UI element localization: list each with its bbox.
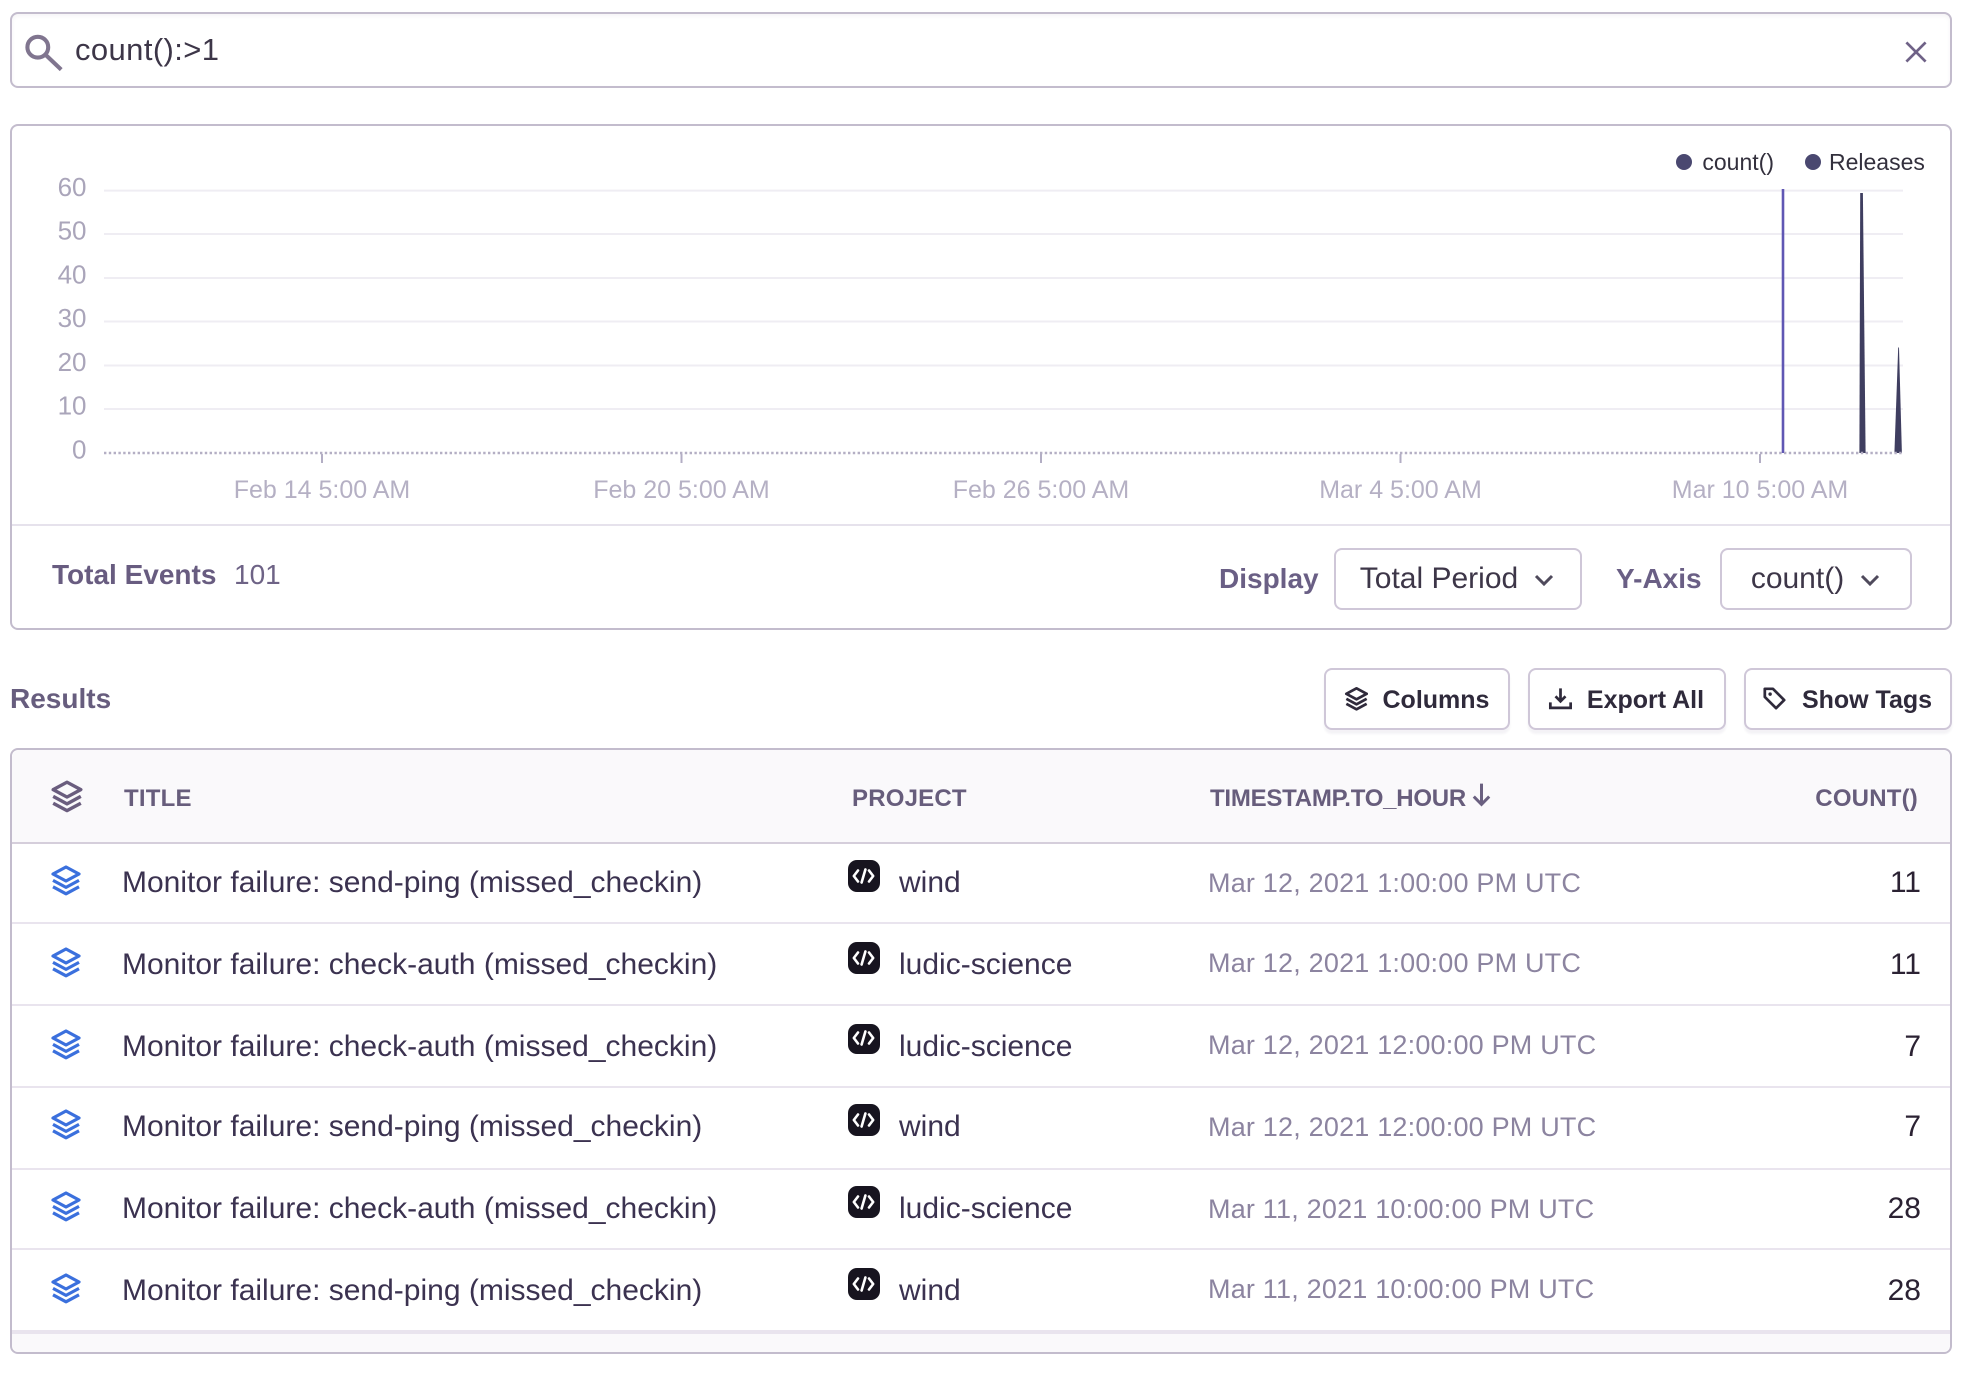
svg-text:0: 0 <box>72 433 86 463</box>
svg-text:Mar 10 5:00 AM: Mar 10 5:00 AM <box>1672 475 1848 503</box>
svg-text:Releases: Releases <box>1829 148 1925 174</box>
svg-text:40: 40 <box>58 258 87 288</box>
svg-text:Feb 26 5:00 AM: Feb 26 5:00 AM <box>953 475 1130 503</box>
svg-text:50: 50 <box>58 214 87 244</box>
svg-text:Mar 4 5:00 AM: Mar 4 5:00 AM <box>1319 475 1482 503</box>
svg-text:30: 30 <box>58 302 87 332</box>
svg-text:20: 20 <box>58 346 87 376</box>
svg-text:Feb 20 5:00 AM: Feb 20 5:00 AM <box>593 475 770 503</box>
svg-text:10: 10 <box>58 389 87 419</box>
svg-text:60: 60 <box>58 171 87 201</box>
svg-text:Feb 14 5:00 AM: Feb 14 5:00 AM <box>234 475 411 503</box>
svg-text:count(): count() <box>1702 148 1774 174</box>
